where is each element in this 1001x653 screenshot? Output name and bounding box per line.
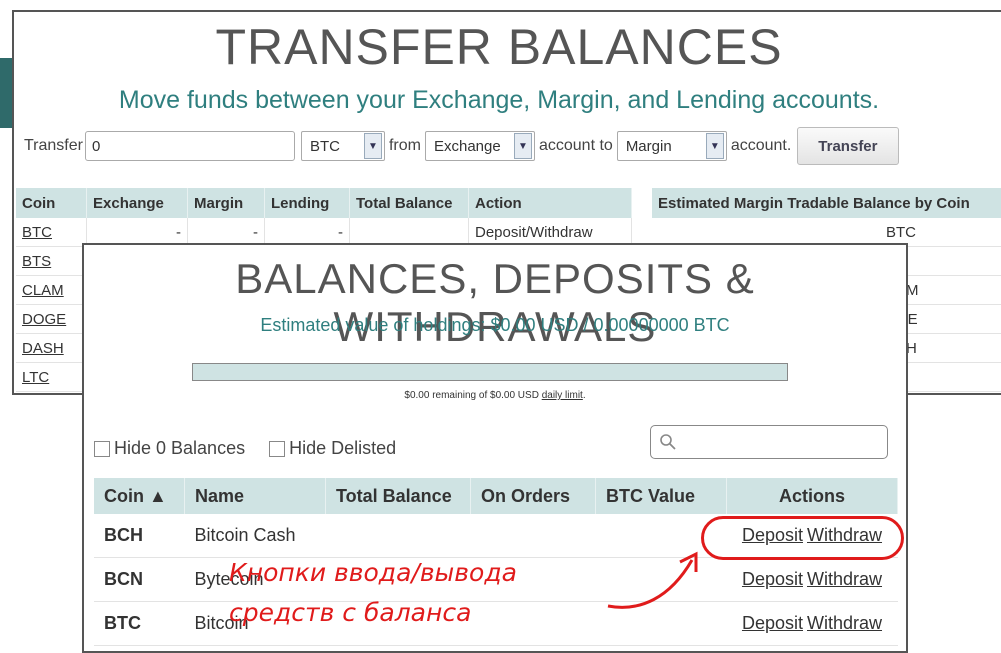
sort-coin-header[interactable]: Coin ▲ xyxy=(94,478,185,514)
coin-code: BCN xyxy=(94,557,185,602)
column-header: Action xyxy=(468,188,632,218)
annotation-arrow-icon xyxy=(607,551,698,609)
to-account-selected: Margin xyxy=(625,137,672,155)
coin-link[interactable]: BTC xyxy=(22,224,52,241)
from-label: from xyxy=(388,137,421,154)
deposit-link[interactable]: Deposit xyxy=(742,569,803,589)
cell xyxy=(470,514,596,558)
balance-search-input[interactable] xyxy=(650,425,888,459)
hide-zero-checkbox[interactable] xyxy=(94,440,110,457)
withdraw-link[interactable]: Withdraw xyxy=(807,613,882,633)
coin-name: Bitcoin Cash xyxy=(184,514,326,558)
actions-cell: Deposit Withdraw xyxy=(726,557,898,602)
table-row: BTC Bitcoin Deposit Withdraw xyxy=(94,601,898,646)
balances-panel: BALANCES, DEPOSITS & WITHDRAWALS Estimat… xyxy=(82,243,908,653)
background-edge-band xyxy=(0,58,12,128)
from-account-select[interactable]: Exchange ▼ xyxy=(424,131,535,161)
actions-highlight-oval xyxy=(701,516,904,560)
daily-limit-progress-bar xyxy=(192,363,788,381)
coin-link[interactable]: DOGE xyxy=(22,311,66,328)
column-header: Total Balance xyxy=(349,188,469,218)
to-account-select[interactable]: Margin ▼ xyxy=(616,131,727,161)
coin-cell: DASH xyxy=(16,333,87,363)
coin-cell: CLAM xyxy=(16,275,87,305)
chevron-down-icon: ▼ xyxy=(705,133,724,159)
column-header: Margin xyxy=(187,188,265,218)
table-header-row: Coin Exchange Margin Lending Total Balan… xyxy=(16,188,632,218)
transfer-form: Transfer 0 BTC ▼ from Exchange ▼ account… xyxy=(24,127,899,165)
transfer-label: Transfer xyxy=(24,137,83,154)
currency-select[interactable]: BTC ▼ xyxy=(300,131,385,161)
balance-filters: Hide 0 Balances Hide Delisted xyxy=(94,438,396,459)
column-header: Estimated Margin Tradable Balance by Coi… xyxy=(652,188,1001,218)
actions-cell: Deposit Withdraw xyxy=(726,601,898,646)
coin-cell: DOGE xyxy=(16,304,87,334)
coin-code: BTC xyxy=(94,601,185,646)
holdings-estimate: Estimated value of holdings: $0.00 USD /… xyxy=(260,315,730,335)
cell xyxy=(325,514,471,558)
coin-link[interactable]: BTS xyxy=(22,253,51,270)
coin-cell: BTS xyxy=(16,246,87,276)
hide-zero-label: Hide 0 Balances xyxy=(114,438,246,458)
column-header[interactable]: Name xyxy=(184,478,326,514)
transfer-subtitle: Move funds between your Exchange, Margin… xyxy=(118,86,880,114)
table-header-row: Coin ▲ Name Total Balance On Orders BTC … xyxy=(94,478,898,514)
coin-link[interactable]: LTC xyxy=(22,369,49,386)
to-label: account to xyxy=(538,137,613,154)
coin-link[interactable]: DASH xyxy=(22,340,64,357)
limit-period: . xyxy=(582,390,586,401)
transfer-amount-value: 0 xyxy=(91,137,101,155)
daily-limit-link[interactable]: daily limit xyxy=(542,390,583,401)
search-icon xyxy=(660,434,676,450)
withdraw-link[interactable]: Withdraw xyxy=(807,569,882,589)
table-header-row: Estimated Margin Tradable Balance by Coi… xyxy=(652,188,1001,218)
annotation-line-1: Кнопки ввода/вывода xyxy=(229,558,517,587)
column-header[interactable]: On Orders xyxy=(470,478,596,514)
column-header: Actions xyxy=(726,478,898,514)
column-header: Lending xyxy=(264,188,350,218)
cell xyxy=(470,601,596,646)
column-header: Exchange xyxy=(86,188,188,218)
currency-selected: BTC xyxy=(309,137,340,155)
limit-remaining-text: $0.00 remaining of $0.00 USD xyxy=(404,390,539,401)
account-label: account. xyxy=(730,137,792,154)
from-account-selected: Exchange xyxy=(433,137,501,155)
coin-cell: LTC xyxy=(16,362,87,392)
coin-link[interactable]: CLAM xyxy=(22,282,64,299)
balances-title: BALANCES, DEPOSITS & WITHDRAWALS xyxy=(235,255,755,350)
annotation-line-2: средств с баланса xyxy=(229,598,472,627)
coin-cell: BTC xyxy=(16,218,87,247)
transfer-title: TRANSFER BALANCES xyxy=(215,19,783,75)
column-header[interactable]: BTC Value xyxy=(595,478,727,514)
coin-code: BCH xyxy=(94,514,185,558)
deposit-link[interactable]: Deposit xyxy=(742,613,803,633)
chevron-down-icon: ▼ xyxy=(513,133,532,159)
daily-limit-text: $0.00 remaining of $0.00 USD daily limit… xyxy=(84,390,906,401)
column-header[interactable]: Total Balance xyxy=(325,478,471,514)
hide-delisted-label: Hide Delisted xyxy=(289,438,397,458)
chevron-down-icon: ▼ xyxy=(363,133,382,159)
transfer-button[interactable]: Transfer xyxy=(797,127,899,165)
transfer-amount-input[interactable]: 0 xyxy=(84,131,295,161)
column-header: Coin xyxy=(16,188,87,218)
hide-delisted-checkbox[interactable] xyxy=(269,440,286,457)
